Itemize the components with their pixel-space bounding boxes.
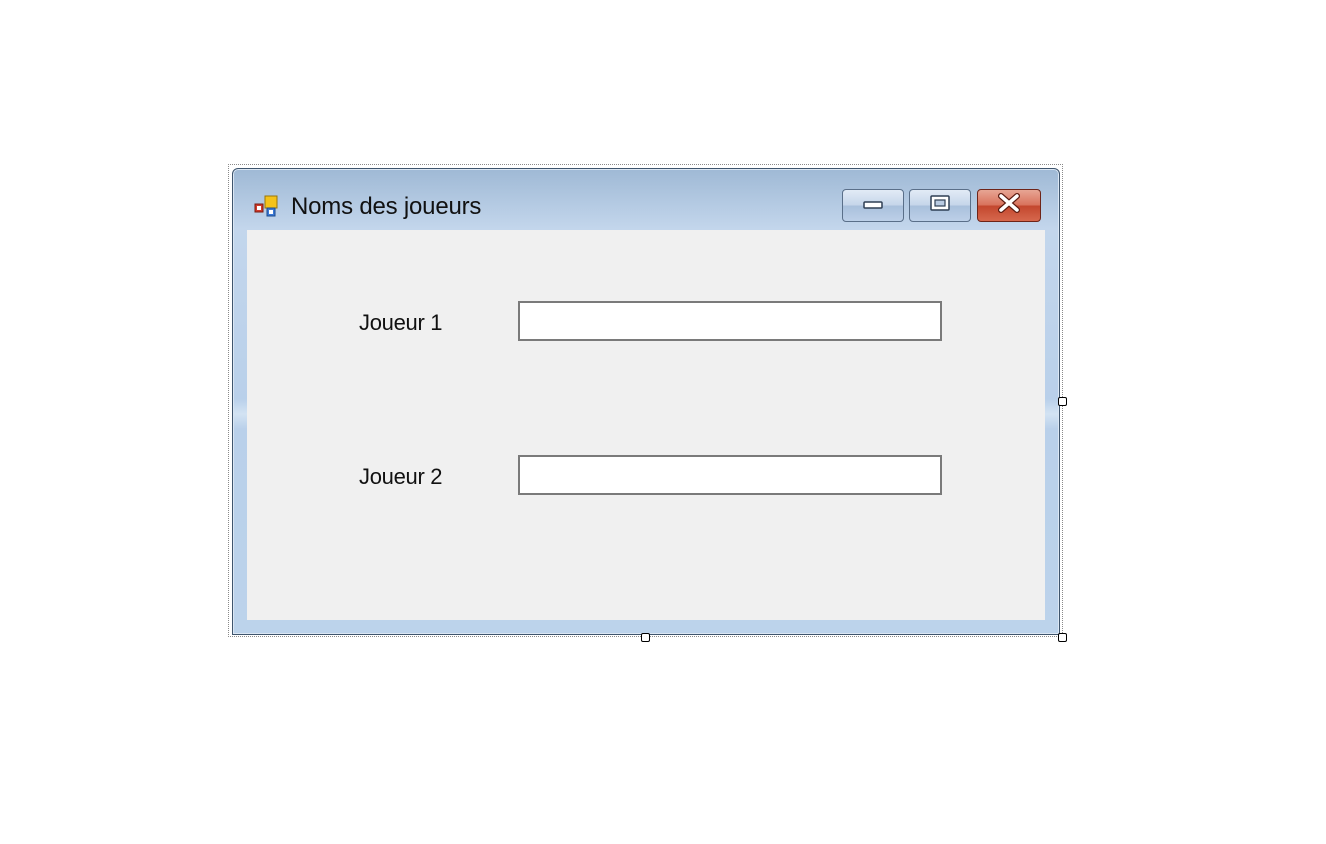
title-bar[interactable]: Noms des joueurs [233,169,1059,229]
close-button[interactable] [977,189,1041,222]
joueur-1-input[interactable] [518,301,942,341]
minimize-button[interactable] [842,189,904,222]
joueur-2-label: Joueur 2 [359,464,443,489]
form-window[interactable]: Noms des joueurs Joueur 1 Joueur 2 [232,168,1060,635]
resize-handle-bottom-right[interactable] [1058,633,1067,642]
form-client-area: Joueur 1 Joueur 2 [247,230,1045,620]
minimize-icon [863,197,883,215]
close-icon [996,193,1022,218]
joueur-2-input[interactable] [518,455,942,495]
maximize-icon [929,194,951,217]
windows-form-icon [254,195,278,219]
maximize-button[interactable] [909,189,971,222]
joueur-1-label: Joueur 1 [359,310,443,335]
resize-handle-bottom[interactable] [641,633,650,642]
window-title: Noms des joueurs [291,193,482,220]
resize-handle-right[interactable] [1058,397,1067,406]
